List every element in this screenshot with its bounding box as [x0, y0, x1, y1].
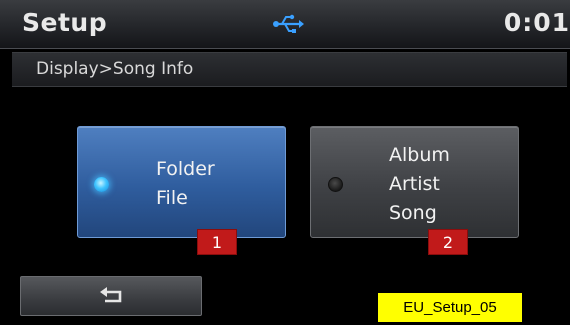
breadcrumb: Display>Song Info — [36, 59, 194, 79]
clock: 0:01 — [503, 8, 570, 37]
album-artist-song-option-button[interactable]: Album Artist Song — [310, 126, 519, 238]
callout-badge-2: 2 — [428, 229, 468, 255]
screen-code-label: EU_Setup_05 — [378, 293, 522, 322]
option-line-artist: Artist — [389, 173, 440, 195]
status-bar: Setup 0:01 — [0, 0, 570, 49]
back-arrow-icon — [100, 287, 122, 303]
option-line-album: Album — [389, 144, 450, 166]
folder-file-option-label: Folder File — [156, 155, 215, 213]
option-line-song: Song — [389, 202, 437, 224]
usb-icon — [273, 14, 304, 33]
back-button[interactable] — [20, 276, 202, 316]
breadcrumb-bar: Display>Song Info — [12, 52, 567, 87]
radio-unselected-icon — [328, 177, 343, 192]
setup-screen: Setup 0:01 Display>Song Info Folder File — [0, 0, 570, 325]
option-line-folder: Folder — [156, 158, 215, 180]
screen-title: Setup — [22, 8, 108, 37]
option-line-file: File — [156, 187, 188, 209]
folder-file-option-button[interactable]: Folder File — [77, 126, 286, 238]
callout-badge-1: 1 — [197, 229, 237, 255]
radio-selected-icon — [94, 177, 109, 192]
album-artist-song-option-label: Album Artist Song — [389, 141, 450, 228]
